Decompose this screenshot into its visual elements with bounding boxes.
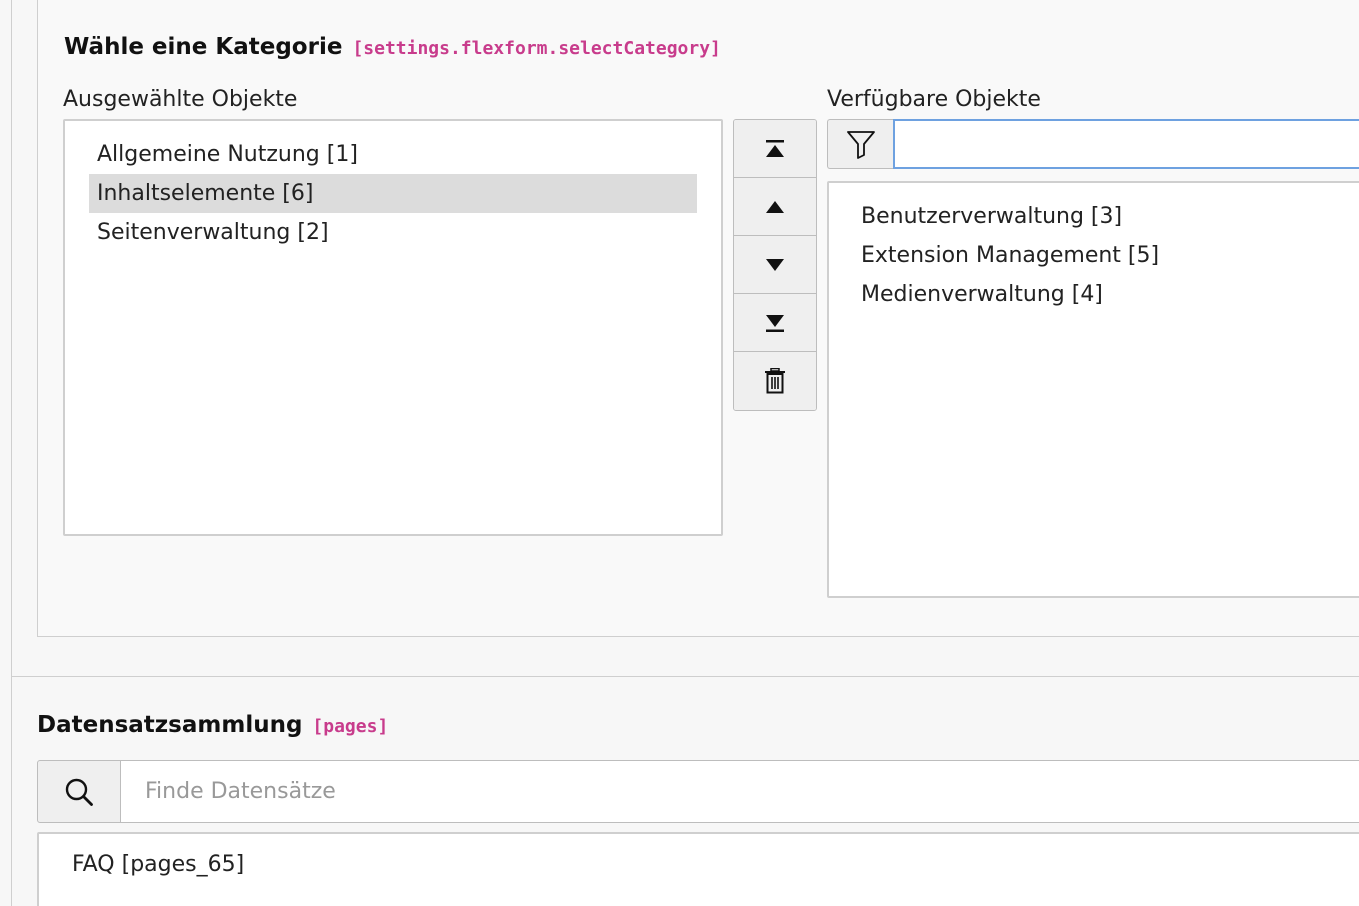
- left-rule: [11, 0, 12, 906]
- list-item[interactable]: Seitenverwaltung [2]: [89, 213, 697, 252]
- list-item[interactable]: Extension Management [5]: [829, 236, 1359, 275]
- caret-down-icon: [766, 258, 784, 271]
- move-up-button[interactable]: [734, 178, 816, 236]
- section-divider: [11, 676, 1359, 677]
- list-item[interactable]: Allgemeine Nutzung [1]: [89, 135, 697, 174]
- category-field-label: Wähle eine Kategorie: [64, 34, 343, 60]
- record-list[interactable]: FAQ [pages_65]: [37, 832, 1359, 906]
- filter-icon: [846, 131, 875, 159]
- selected-objects-label: Ausgewählte Objekte: [63, 87, 298, 112]
- record-field-title: Datensatzsammlung [pages]: [37, 712, 388, 738]
- caret-up-icon: [766, 200, 784, 213]
- record-field-code: [pages]: [312, 716, 389, 737]
- search-icon: [65, 778, 93, 806]
- trash-icon: [765, 368, 785, 394]
- sort-button-group: [733, 119, 817, 411]
- search-addon: [37, 760, 121, 823]
- move-to-bottom-icon: [766, 314, 784, 332]
- available-objects-label: Verfügbare Objekte: [827, 87, 1041, 112]
- record-search-group: Finde Datensätze: [37, 760, 1359, 823]
- filter-group: [827, 119, 1359, 169]
- list-item[interactable]: FAQ [pages_65]: [72, 852, 244, 877]
- filter-addon: [827, 119, 893, 169]
- remove-button[interactable]: [734, 352, 816, 410]
- move-to-bottom-button[interactable]: [734, 294, 816, 352]
- category-field-title: Wähle eine Kategorie [settings.flexform.…: [64, 34, 721, 60]
- category-field-code: [settings.flexform.selectCategory]: [352, 38, 721, 59]
- move-to-top-icon: [766, 139, 784, 157]
- list-item-selected[interactable]: Inhaltselemente [6]: [89, 174, 697, 213]
- selected-objects-list[interactable]: Allgemeine Nutzung [1] Inhaltselemente […: [63, 119, 723, 536]
- list-item[interactable]: Benutzerverwaltung [3]: [829, 197, 1359, 236]
- record-search-input[interactable]: Finde Datensätze: [121, 760, 1359, 823]
- move-to-top-button[interactable]: [734, 120, 816, 178]
- record-field-label: Datensatzsammlung: [37, 712, 303, 738]
- move-down-button[interactable]: [734, 236, 816, 294]
- list-item[interactable]: Medienverwaltung [4]: [829, 275, 1359, 314]
- available-objects-list[interactable]: Benutzerverwaltung [3] Extension Managem…: [827, 181, 1359, 598]
- filter-input[interactable]: [893, 119, 1359, 169]
- form-page: Wähle eine Kategorie [settings.flexform.…: [0, 0, 1359, 906]
